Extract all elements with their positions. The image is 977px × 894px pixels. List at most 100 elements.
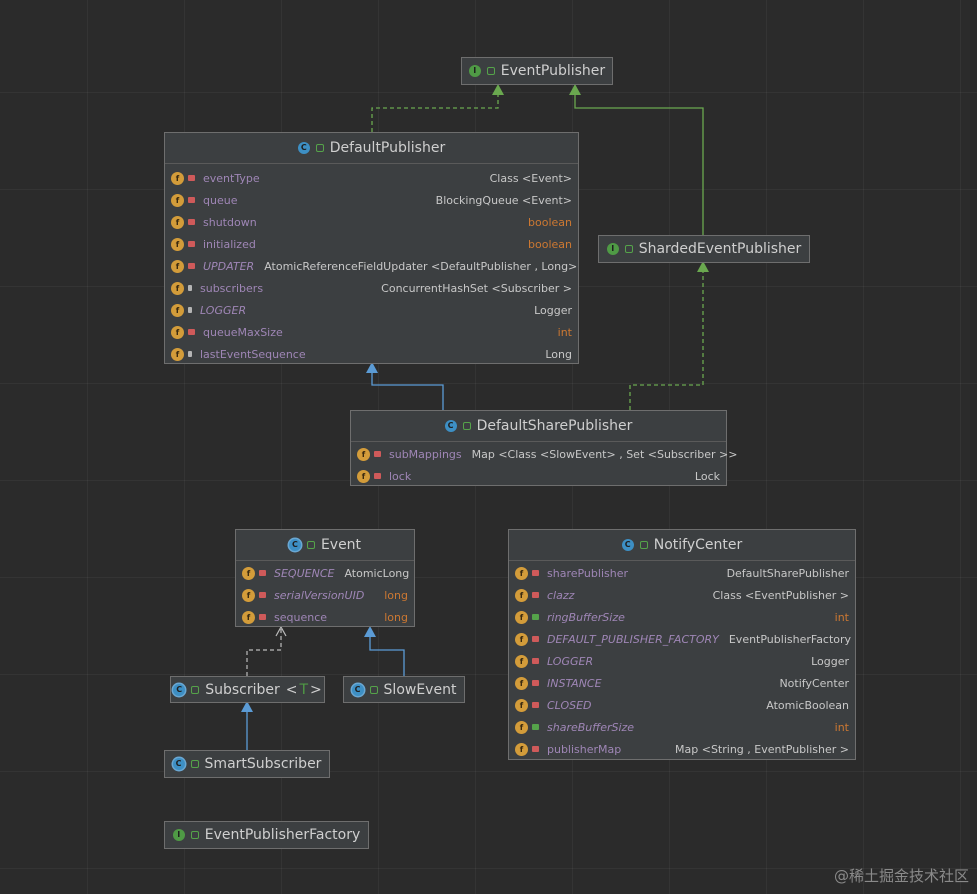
field-row[interactable]: f sequence long <box>236 606 414 628</box>
field-name: initialized <box>203 237 256 251</box>
field-row[interactable]: f CLOSED AtomicBoolean <box>509 694 855 716</box>
public-lock-icon <box>462 422 471 430</box>
class-header: I ShardedEventPublisher <box>599 236 809 262</box>
private-lock-icon <box>532 592 539 598</box>
class-eventpublisherfactory[interactable]: I EventPublisherFactory <box>164 821 369 849</box>
field-name: shareBufferSize <box>547 720 635 734</box>
class-event[interactable]: C Event f SEQUENCE AtomicLong f serialVe… <box>235 529 415 627</box>
field-name: publisherMap <box>547 742 622 756</box>
field-icon: f <box>357 469 370 483</box>
field-icon: f <box>171 171 184 185</box>
public-lock-icon <box>190 760 199 768</box>
class-notifycenter[interactable]: C NotifyCenter f sharePublisher DefaultS… <box>508 529 856 760</box>
field-type: Long <box>545 347 572 361</box>
class-name: SlowEvent <box>383 681 457 698</box>
field-name: UPDATER <box>203 259 255 273</box>
static-field-icon: f <box>171 303 184 317</box>
package-visibility-icon <box>188 351 192 357</box>
field-row[interactable]: f UPDATER AtomicReferenceFieldUpdater <D… <box>165 255 578 277</box>
class-name: DefaultSharePublisher <box>476 418 633 434</box>
field-row[interactable]: f publisherMap Map <String , EventPublis… <box>509 738 855 760</box>
field-type: boolean <box>528 215 572 229</box>
field-row[interactable]: f serialVersionUID long <box>236 584 414 606</box>
field-type: BlockingQueue <Event> <box>435 193 572 207</box>
abstract-class-icon: C <box>351 683 364 696</box>
edge-sharepublisher-extends-defaultpublisher <box>371 364 444 410</box>
field-type: AtomicBoolean <box>766 698 849 712</box>
field-icon: f <box>171 193 184 207</box>
field-type: int <box>834 720 849 734</box>
field-row[interactable]: f shutdown boolean <box>165 211 578 233</box>
class-defaultsharepublisher[interactable]: C DefaultSharePublisher f subMappings Ma… <box>350 410 737 487</box>
private-lock-icon <box>188 219 195 225</box>
type-param-open: < <box>285 681 298 698</box>
field-type: boolean <box>528 237 572 251</box>
field-icon: f <box>171 215 184 229</box>
public-lock-icon <box>191 685 200 694</box>
field-row[interactable]: f clazz Class <EventPublisher > <box>509 584 855 606</box>
field-list: f sharePublisher DefaultSharePublisher f… <box>509 561 855 761</box>
field-row[interactable]: f subMappings Map <Class <SlowEvent> , S… <box>351 443 737 465</box>
field-row[interactable]: f lock Lock <box>351 465 726 487</box>
class-header: I EventPublisherFactory <box>165 822 368 848</box>
field-row[interactable]: f lastEventSequence Long <box>165 343 578 365</box>
class-shardedeventpublisher[interactable]: I ShardedEventPublisher <box>598 235 810 263</box>
public-lock-icon <box>306 541 315 549</box>
field-type: AtomicReferenceFieldUpdater <DefaultPubl… <box>264 259 578 273</box>
class-slowevent[interactable]: C SlowEvent <box>343 676 465 703</box>
package-visibility-icon <box>188 307 192 313</box>
arrowhead-eventpublisher-left <box>492 84 504 95</box>
field-row[interactable]: f LOGGER Logger <box>165 299 578 321</box>
class-smartsubscriber[interactable]: C SmartSubscriber <box>164 750 330 778</box>
static-field-icon: f <box>242 566 255 580</box>
class-header: C DefaultSharePublisher <box>351 411 726 442</box>
public-lock-icon <box>190 831 199 839</box>
watermark: @稀土掘金技术社区 <box>833 867 969 885</box>
field-icon: f <box>242 610 255 624</box>
field-row[interactable]: f SEQUENCE AtomicLong <box>236 562 414 584</box>
field-row[interactable]: f subscribers ConcurrentHashSet <Subscri… <box>165 277 578 299</box>
class-name: DefaultPublisher <box>329 140 446 156</box>
field-row[interactable]: f LOGGER Logger <box>509 650 855 672</box>
field-icon: f <box>171 325 184 339</box>
static-field-icon: f <box>515 588 528 602</box>
field-icon: f <box>171 347 184 361</box>
field-row[interactable]: f ringBufferSize int <box>509 606 855 628</box>
field-row[interactable]: f shareBufferSize int <box>509 716 855 738</box>
field-type: Class <Event> <box>489 171 572 185</box>
edge-sharded-extends-eventpublisher <box>574 86 704 235</box>
field-row[interactable]: f sharePublisher DefaultSharePublisher <box>509 562 855 584</box>
public-lock-icon <box>369 685 378 694</box>
class-icon: C <box>444 420 457 432</box>
interface-icon: I <box>606 243 619 255</box>
private-lock-icon <box>188 241 195 247</box>
field-name: lock <box>389 469 412 483</box>
field-row[interactable]: f eventType Class <Event> <box>165 167 578 189</box>
static-field-icon: f <box>515 610 528 624</box>
field-row[interactable]: f DEFAULT_PUBLISHER_FACTORY EventPublish… <box>509 628 855 650</box>
class-name: ShardedEventPublisher <box>638 241 802 257</box>
field-row[interactable]: f queue BlockingQueue <Event> <box>165 189 578 211</box>
static-field-icon: f <box>242 588 255 602</box>
public-lock-icon <box>624 245 633 253</box>
class-eventpublisher[interactable]: I EventPublisher <box>461 57 613 85</box>
field-name: INSTANCE <box>547 676 602 690</box>
abstract-class-icon: C <box>288 539 301 551</box>
field-row[interactable]: f INSTANCE NotifyCenter <box>509 672 855 694</box>
private-lock-icon <box>259 570 266 576</box>
class-name: SmartSubscriber <box>204 756 322 772</box>
class-subscriber[interactable]: C Subscriber < T > <box>170 676 325 703</box>
field-type: int <box>557 325 572 339</box>
static-field-icon: f <box>515 654 528 668</box>
class-defaultpublisher[interactable]: C DefaultPublisher f eventType Class <Ev… <box>164 132 579 364</box>
class-header: C SmartSubscriber <box>165 751 329 777</box>
class-header: C SlowEvent <box>344 677 464 702</box>
field-row[interactable]: f queueMaxSize int <box>165 321 578 343</box>
field-type: NotifyCenter <box>779 676 849 690</box>
class-name: Event <box>320 537 362 553</box>
private-lock-icon <box>532 658 539 664</box>
static-field-icon: f <box>515 632 528 646</box>
field-row[interactable]: f initialized boolean <box>165 233 578 255</box>
class-name: Subscriber <box>205 681 280 698</box>
field-name: serialVersionUID <box>274 588 365 602</box>
